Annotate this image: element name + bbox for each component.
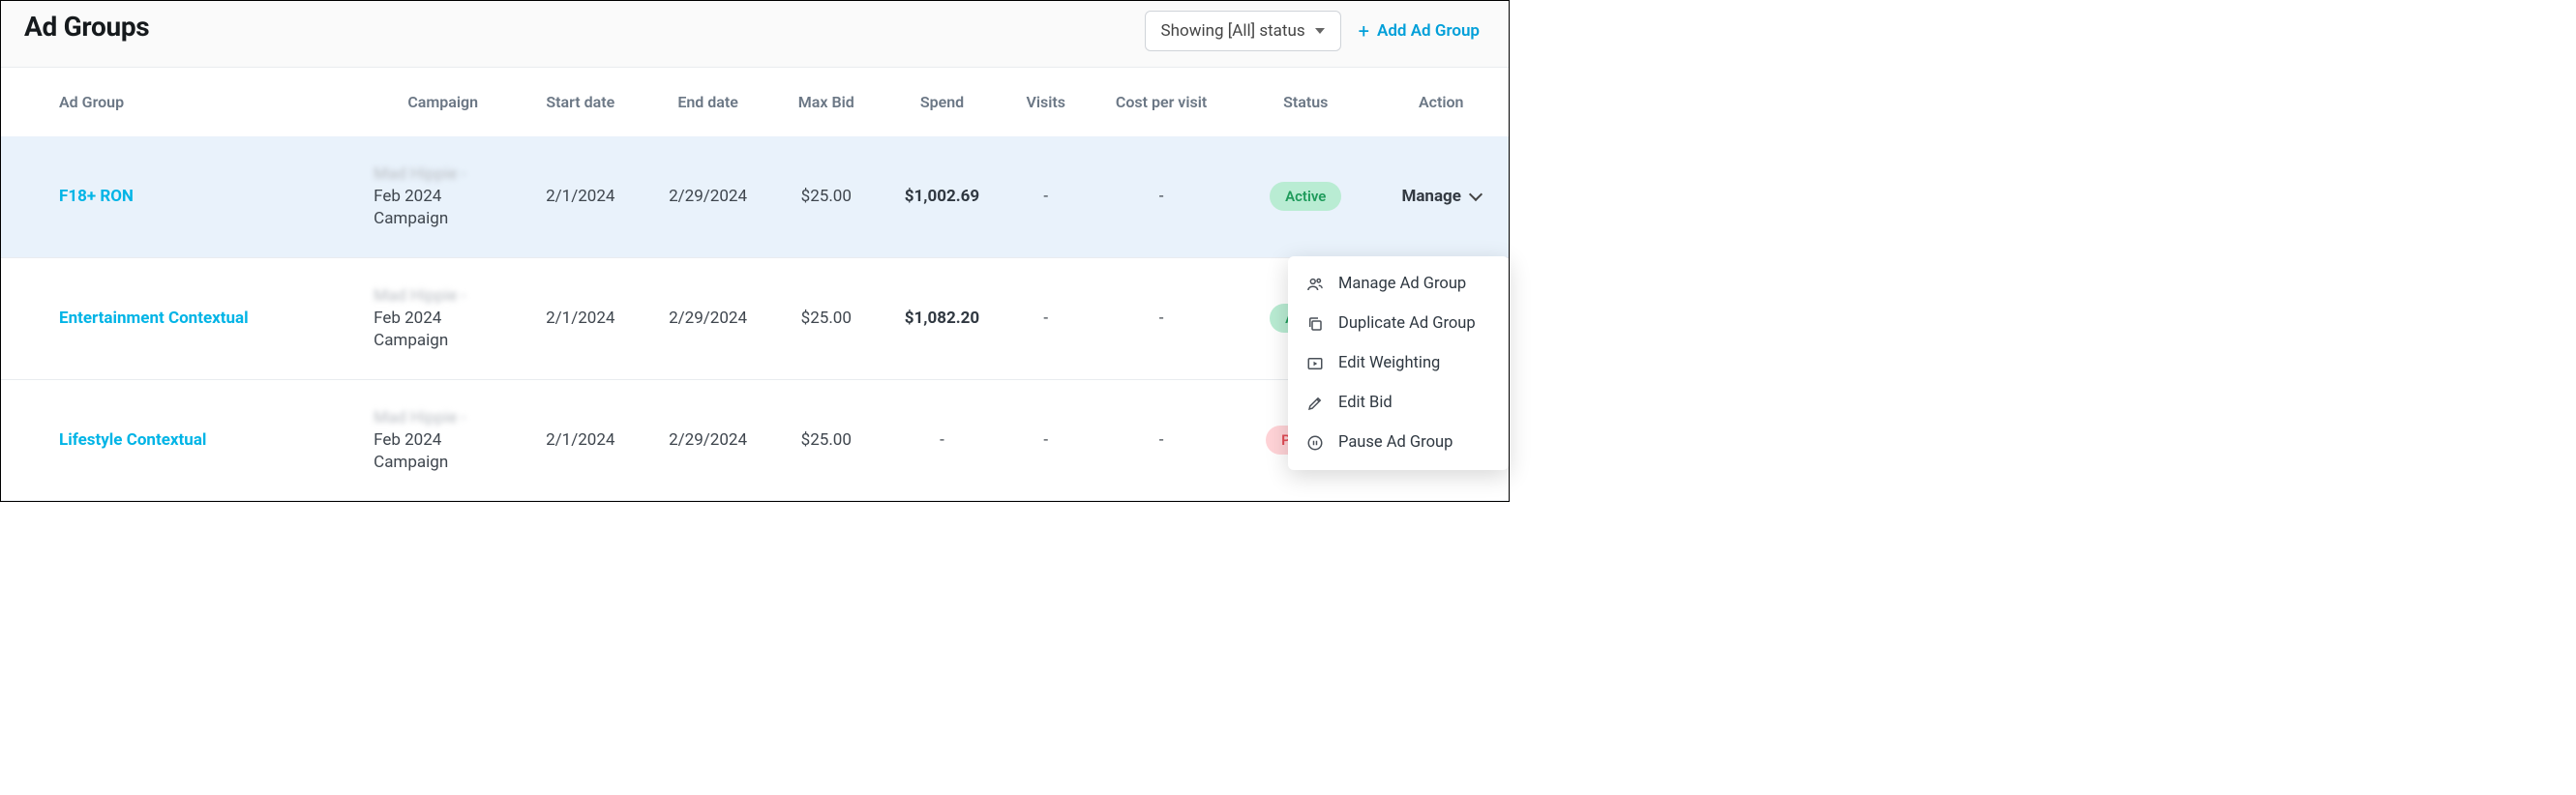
start-date: 2/1/2024 xyxy=(520,136,641,257)
pencil-icon xyxy=(1305,395,1325,412)
end-date: 2/29/2024 xyxy=(641,379,775,501)
table-row: Entertainment Contextual Mad Hippie -Feb … xyxy=(1,257,1509,379)
spend: $1,002.69 xyxy=(878,136,1007,257)
cost-per-visit: - xyxy=(1085,136,1238,257)
ad-groups-table-wrap: Ad Group Campaign Start date End date Ma… xyxy=(1,67,1509,501)
status-badge: Active xyxy=(1270,182,1341,211)
menu-label: Manage Ad Group xyxy=(1338,275,1466,293)
col-ad-group: Ad Group xyxy=(1,68,366,136)
menu-duplicate-ad-group[interactable]: Duplicate Ad Group xyxy=(1288,304,1509,343)
start-date: 2/1/2024 xyxy=(520,379,641,501)
visits: - xyxy=(1006,379,1085,501)
ad-groups-panel: Ad Groups Showing [All] status + Add Ad … xyxy=(1,1,1509,501)
col-status: Status xyxy=(1238,68,1373,136)
cost-per-visit: - xyxy=(1085,379,1238,501)
plus-icon: + xyxy=(1359,21,1369,41)
table-header-row: Ad Group Campaign Start date End date Ma… xyxy=(1,68,1509,136)
status-filter-label: Showing [All] status xyxy=(1161,21,1305,41)
col-action: Action xyxy=(1373,68,1509,136)
col-spend: Spend xyxy=(878,68,1007,136)
col-start-date: Start date xyxy=(520,68,641,136)
cost-per-visit: - xyxy=(1085,257,1238,379)
menu-label: Edit Weighting xyxy=(1338,354,1440,372)
menu-edit-weighting[interactable]: Edit Weighting xyxy=(1288,343,1509,383)
header-actions: Showing [All] status + Add Ad Group xyxy=(1145,11,1485,51)
spend: - xyxy=(878,379,1007,501)
table-row: F18+ RON Mad Hippie -Feb 2024Campaign2/1/… xyxy=(1,136,1509,257)
ad-groups-table: Ad Group Campaign Start date End date Ma… xyxy=(1,68,1509,501)
chevron-down-icon xyxy=(1469,188,1483,201)
copy-icon xyxy=(1305,315,1325,333)
manage-button[interactable]: Manage xyxy=(1401,187,1481,206)
pause-icon xyxy=(1305,434,1325,452)
table-row: Lifestyle Contextual Mad Hippie -Feb 2024… xyxy=(1,379,1509,501)
weighting-icon xyxy=(1305,355,1325,372)
add-ad-group-label: Add Ad Group xyxy=(1377,21,1480,41)
max-bid: $25.00 xyxy=(775,136,878,257)
menu-edit-bid[interactable]: Edit Bid xyxy=(1288,383,1509,423)
end-date: 2/29/2024 xyxy=(641,257,775,379)
manage-dropdown-menu: Manage Ad Group Duplicate Ad Group Edit … xyxy=(1288,256,1509,470)
ad-group-link[interactable]: F18+ RON xyxy=(59,187,134,206)
status-filter-dropdown[interactable]: Showing [All] status xyxy=(1145,11,1341,51)
col-cpv: Cost per visit xyxy=(1085,68,1238,136)
menu-label: Duplicate Ad Group xyxy=(1338,314,1476,333)
menu-manage-ad-group[interactable]: Manage Ad Group xyxy=(1288,264,1509,304)
menu-label: Edit Bid xyxy=(1338,394,1393,412)
menu-pause-ad-group[interactable]: Pause Ad Group xyxy=(1288,423,1509,462)
campaign-name: Mad Hippie -Feb 2024Campaign xyxy=(374,285,512,352)
ad-group-link[interactable]: Lifestyle Contextual xyxy=(59,430,206,450)
col-end-date: End date xyxy=(641,68,775,136)
end-date: 2/29/2024 xyxy=(641,136,775,257)
visits: - xyxy=(1006,257,1085,379)
menu-label: Pause Ad Group xyxy=(1338,433,1453,452)
col-visits: Visits xyxy=(1006,68,1085,136)
add-ad-group-button[interactable]: + Add Ad Group xyxy=(1353,14,1485,48)
col-max-bid: Max Bid xyxy=(775,68,878,136)
visits: - xyxy=(1006,136,1085,257)
max-bid: $25.00 xyxy=(775,379,878,501)
people-icon xyxy=(1305,276,1325,293)
col-campaign: Campaign xyxy=(366,68,520,136)
panel-header: Ad Groups Showing [All] status + Add Ad … xyxy=(1,1,1509,67)
start-date: 2/1/2024 xyxy=(520,257,641,379)
chevron-down-icon xyxy=(1315,28,1325,34)
ad-group-link[interactable]: Entertainment Contextual xyxy=(59,309,249,328)
campaign-name: Mad Hippie -Feb 2024Campaign xyxy=(374,163,512,230)
spend: $1,082.20 xyxy=(878,257,1007,379)
page-title: Ad Groups xyxy=(24,11,149,43)
campaign-name: Mad Hippie -Feb 2024Campaign xyxy=(374,407,512,474)
max-bid: $25.00 xyxy=(775,257,878,379)
